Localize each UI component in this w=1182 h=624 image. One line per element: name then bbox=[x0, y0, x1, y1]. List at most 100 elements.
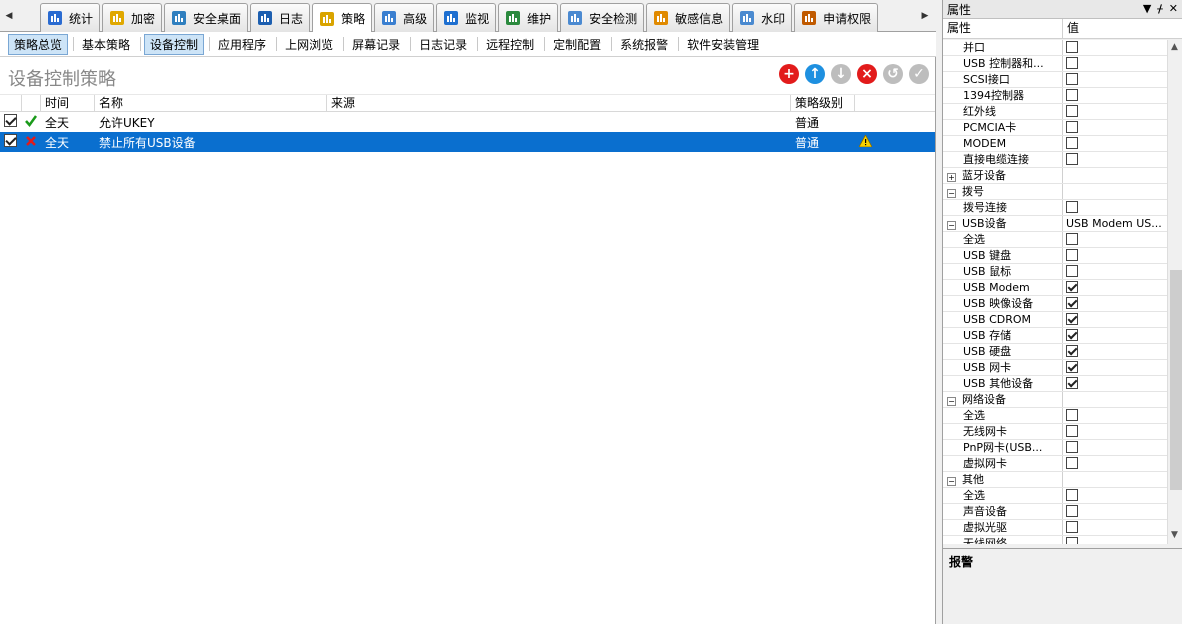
subnav-item[interactable]: 屏幕记录 bbox=[347, 35, 405, 54]
property-row[interactable]: USB Modem bbox=[943, 280, 1167, 296]
property-row[interactable]: USB CDROM bbox=[943, 312, 1167, 328]
property-row[interactable]: 拨号连接 bbox=[943, 200, 1167, 216]
property-value-cell[interactable] bbox=[1063, 344, 1167, 359]
scrollbar-thumb[interactable] bbox=[1170, 270, 1182, 490]
collapse-icon[interactable]: − bbox=[947, 477, 956, 486]
row-checkbox[interactable] bbox=[0, 134, 22, 150]
property-row[interactable]: 全选 bbox=[943, 232, 1167, 248]
tab-chart[interactable]: 统计 bbox=[40, 3, 101, 32]
property-row[interactable]: MODEM bbox=[943, 136, 1167, 152]
property-category[interactable]: − USB设备 USB Modem US... bbox=[943, 216, 1167, 232]
property-value-cell[interactable] bbox=[1063, 520, 1167, 535]
undo-icon[interactable]: ↺ bbox=[883, 64, 903, 84]
property-value-cell[interactable] bbox=[1063, 56, 1167, 71]
tab-request[interactable]: 申请权限 bbox=[794, 3, 879, 32]
subnav-item[interactable]: 日志记录 bbox=[414, 35, 472, 54]
property-value-cell[interactable] bbox=[1063, 40, 1167, 55]
table-row[interactable]: 全天 允许UKEY 普通 bbox=[0, 112, 935, 132]
property-checkbox[interactable] bbox=[1066, 441, 1078, 453]
panel-menu-icon[interactable]: ▼ bbox=[1143, 2, 1151, 15]
property-row[interactable]: USB 硬盘 bbox=[943, 344, 1167, 360]
subnav-item[interactable]: 定制配置 bbox=[548, 35, 606, 54]
property-checkbox[interactable] bbox=[1066, 297, 1078, 309]
property-row[interactable]: USB 鼠标 bbox=[943, 264, 1167, 280]
property-value-cell[interactable] bbox=[1063, 264, 1167, 279]
property-value-cell[interactable] bbox=[1063, 424, 1167, 439]
property-row[interactable]: 虚拟光驱 bbox=[943, 520, 1167, 536]
subnav-item[interactable]: 远程控制 bbox=[481, 35, 539, 54]
property-value-cell[interactable] bbox=[1063, 120, 1167, 135]
subnav-item[interactable]: 基本策略 bbox=[77, 35, 135, 54]
property-value-cell[interactable] bbox=[1063, 536, 1167, 544]
property-row[interactable]: USB 网卡 bbox=[943, 360, 1167, 376]
property-value-cell[interactable] bbox=[1063, 328, 1167, 343]
property-value-cell[interactable] bbox=[1063, 200, 1167, 215]
tab-desktop[interactable]: 安全桌面 bbox=[164, 3, 249, 32]
row-checkbox[interactable] bbox=[0, 114, 22, 130]
tab-scroll-right-icon[interactable]: ▶ bbox=[920, 10, 930, 22]
property-row[interactable]: 1394控制器 bbox=[943, 88, 1167, 104]
property-checkbox[interactable] bbox=[1066, 425, 1078, 437]
property-row[interactable]: 声音设备 bbox=[943, 504, 1167, 520]
property-checkbox[interactable] bbox=[1066, 377, 1078, 389]
property-value-cell[interactable] bbox=[1063, 184, 1167, 199]
property-checkbox[interactable] bbox=[1066, 153, 1078, 165]
collapse-icon[interactable]: − bbox=[947, 397, 956, 406]
property-checkbox[interactable] bbox=[1066, 537, 1078, 544]
property-checkbox[interactable] bbox=[1066, 457, 1078, 469]
property-value-cell[interactable] bbox=[1063, 232, 1167, 247]
property-checkbox[interactable] bbox=[1066, 89, 1078, 101]
property-checkbox[interactable] bbox=[1066, 505, 1078, 517]
property-value-cell[interactable] bbox=[1063, 488, 1167, 503]
property-value-cell[interactable] bbox=[1063, 440, 1167, 455]
property-checkbox[interactable] bbox=[1066, 313, 1078, 325]
property-row[interactable]: USB 键盘 bbox=[943, 248, 1167, 264]
scroll-up-icon[interactable]: ▲ bbox=[1171, 42, 1178, 52]
property-row[interactable]: 全选 bbox=[943, 408, 1167, 424]
apply-icon[interactable]: ✓ bbox=[909, 64, 929, 84]
property-value-cell[interactable] bbox=[1063, 472, 1167, 487]
property-row[interactable]: USB 其他设备 bbox=[943, 376, 1167, 392]
property-checkbox[interactable] bbox=[1066, 345, 1078, 357]
property-value-cell[interactable] bbox=[1063, 376, 1167, 391]
property-checkbox[interactable] bbox=[1066, 361, 1078, 373]
property-checkbox[interactable] bbox=[1066, 249, 1078, 261]
property-row[interactable]: 全选 bbox=[943, 488, 1167, 504]
property-value-cell[interactable] bbox=[1063, 280, 1167, 295]
property-checkbox[interactable] bbox=[1066, 265, 1078, 277]
header-time[interactable]: 时间 bbox=[41, 95, 95, 111]
expand-icon[interactable]: + bbox=[947, 173, 956, 182]
property-value-cell[interactable] bbox=[1063, 152, 1167, 167]
checkbox[interactable] bbox=[4, 134, 17, 147]
tab-monitor[interactable]: 监视 bbox=[436, 3, 497, 32]
property-category[interactable]: − 网络设备 bbox=[943, 392, 1167, 408]
property-value-cell[interactable] bbox=[1063, 392, 1167, 407]
property-checkbox[interactable] bbox=[1066, 489, 1078, 501]
property-row[interactable]: 无线网络 bbox=[943, 536, 1167, 544]
property-value-cell[interactable] bbox=[1063, 248, 1167, 263]
move-down-icon[interactable]: ↓ bbox=[831, 64, 851, 84]
property-checkbox[interactable] bbox=[1066, 137, 1078, 149]
subnav-item[interactable]: 应用程序 bbox=[213, 35, 271, 54]
property-row[interactable]: PCMCIA卡 bbox=[943, 120, 1167, 136]
property-checkbox[interactable] bbox=[1066, 73, 1078, 85]
property-row[interactable]: 并口 bbox=[943, 40, 1167, 56]
property-row[interactable]: 无线网卡 bbox=[943, 424, 1167, 440]
property-checkbox[interactable] bbox=[1066, 329, 1078, 341]
property-checkbox[interactable] bbox=[1066, 105, 1078, 117]
collapse-icon[interactable]: − bbox=[947, 221, 956, 230]
table-row[interactable]: 全天 禁止所有USB设备 普通 bbox=[0, 132, 935, 152]
property-row[interactable]: USB 控制器和... bbox=[943, 56, 1167, 72]
property-value-cell[interactable] bbox=[1063, 72, 1167, 87]
property-checkbox[interactable] bbox=[1066, 281, 1078, 293]
property-value-cell[interactable] bbox=[1063, 456, 1167, 471]
property-checkbox[interactable] bbox=[1066, 201, 1078, 213]
header-name[interactable]: 名称 bbox=[95, 95, 327, 111]
property-value-cell[interactable] bbox=[1063, 104, 1167, 119]
subnav-item[interactable]: 软件安装管理 bbox=[682, 35, 764, 54]
property-value-cell[interactable] bbox=[1063, 360, 1167, 375]
property-row[interactable]: 红外线 bbox=[943, 104, 1167, 120]
property-row[interactable]: USB 映像设备 bbox=[943, 296, 1167, 312]
property-value-cell[interactable] bbox=[1063, 312, 1167, 327]
move-up-icon[interactable]: ↑ bbox=[805, 64, 825, 84]
